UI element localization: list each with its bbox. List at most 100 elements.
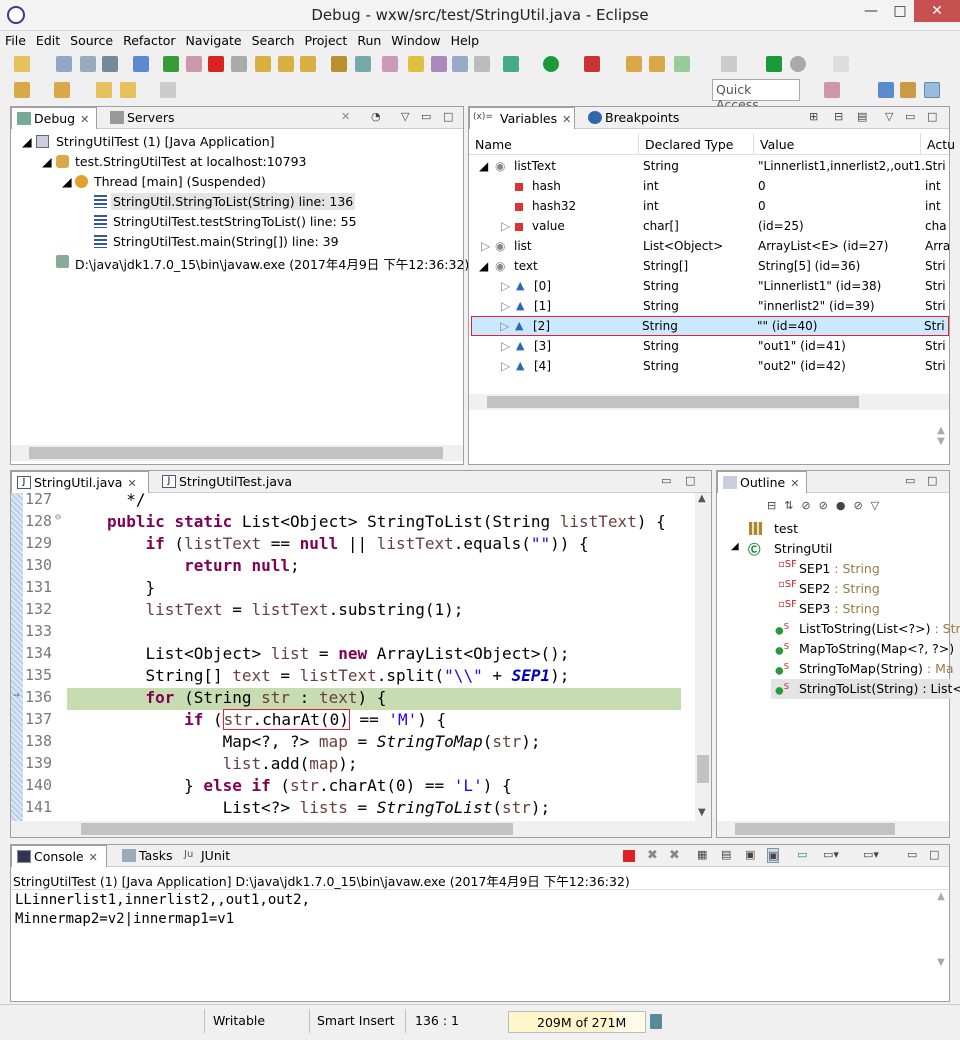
outline-item-field[interactable]: SEP3 : String	[799, 601, 880, 616]
close-tab-icon[interactable]: ✕	[127, 477, 136, 490]
outline-item-class[interactable]: StringUtil	[774, 541, 832, 556]
maximize-view-icon[interactable]: □	[929, 848, 939, 861]
outline-item-method[interactable]: StringToMap(String) : Ma	[799, 661, 954, 676]
minimize-button[interactable]: —	[856, 0, 886, 22]
skip-breakpoints-icon[interactable]	[133, 56, 149, 72]
hand-icon[interactable]	[833, 56, 849, 72]
view-menu-icon[interactable]: ▽	[401, 110, 409, 123]
tab-breakpoints[interactable]: Breakpoints	[583, 107, 685, 129]
outline-item-field[interactable]: SEP2 : String	[799, 581, 880, 596]
block-selection-icon[interactable]	[452, 56, 468, 72]
tree-expand-icon[interactable]: ◢	[42, 154, 52, 169]
column-value[interactable]: Value	[754, 133, 921, 155]
terminate-icon[interactable]	[208, 56, 224, 72]
display-console-icon[interactable]: ▭	[797, 848, 807, 861]
menu-navigate[interactable]: Navigate	[186, 31, 242, 51]
process-item[interactable]: D:\java\jdk1.7.0_15\bin\javaw.exe (2017年…	[75, 254, 469, 273]
show-stdout-icon[interactable]: ▣	[745, 848, 755, 861]
collapse-icon[interactable]: ◔	[371, 110, 381, 123]
menu-edit[interactable]: Edit	[36, 31, 60, 51]
column-name[interactable]: Name	[469, 133, 639, 155]
open-type-icon[interactable]	[382, 56, 398, 72]
table-row[interactable]: hash int 0 int	[471, 176, 949, 196]
column-declared-type[interactable]: Declared Type	[639, 133, 754, 155]
terminate-icon[interactable]	[623, 850, 635, 862]
thread-item[interactable]: Thread [main] (Suspended)	[94, 174, 266, 189]
close-button[interactable]: ✕	[914, 0, 960, 22]
close-tab-icon[interactable]: ✕	[80, 113, 89, 126]
toggle-mark-icon[interactable]	[408, 56, 424, 72]
disconnect-icon[interactable]	[231, 56, 247, 72]
new-console-icon[interactable]: ▭▾	[863, 848, 879, 861]
tab-stringutiltest-java[interactable]: J StringUtilTest.java	[157, 471, 298, 493]
drop-to-frame-icon[interactable]	[331, 56, 347, 72]
print-icon[interactable]	[102, 56, 118, 72]
new-java-project-icon[interactable]	[626, 56, 642, 72]
new-package-icon[interactable]	[649, 56, 665, 72]
outline-toolbar[interactable]: ⊟⇅⊘⊘●⊘▽	[767, 499, 947, 515]
editor-vscrollbar[interactable]: ▲ ▼	[695, 493, 711, 823]
variables-hscrollbar[interactable]	[469, 394, 949, 410]
quick-access-input[interactable]: Quick Access	[712, 79, 800, 112]
layout-icon[interactable]: ▤	[857, 110, 867, 123]
paragraph-icon[interactable]	[474, 56, 490, 72]
table-row[interactable]: ▷ ▲ [1] String "innerlist2" (id=39) Stri	[471, 296, 949, 316]
close-tab-icon[interactable]: ✕	[790, 477, 799, 490]
maximize-view-icon[interactable]: □	[927, 474, 937, 487]
tab-junit[interactable]: Ju JUnit	[179, 845, 236, 867]
console-output[interactable]: LLinnerlist1,innerlist2,,out1,out2, Minne…	[15, 891, 310, 929]
table-row[interactable]: ▷ value char[] (id=25) cha	[471, 216, 949, 236]
console-vscrollbar[interactable]: ▲ ▼	[933, 891, 949, 991]
close-tab-icon[interactable]: ✕	[562, 113, 571, 126]
menu-source[interactable]: Source	[70, 31, 113, 51]
menu-refactor[interactable]: Refactor	[123, 31, 175, 51]
minimize-view-icon[interactable]: ▭	[661, 474, 671, 487]
remove-all-terminated-icon[interactable]: ✖	[669, 848, 680, 863]
outline-item-method[interactable]: MapToString(Map<?, ?>)	[799, 641, 954, 656]
back-icon[interactable]	[120, 82, 136, 98]
clear-console-icon[interactable]: ▦	[697, 848, 707, 861]
editor-hscrollbar[interactable]	[11, 821, 711, 837]
table-row[interactable]: ◢ ◉ text String[] String[5] (id=36) Stri	[471, 256, 949, 276]
suspend-icon[interactable]	[186, 56, 202, 72]
debug-target-item[interactable]: test.StringUtilTest at localhost:10793	[75, 154, 307, 169]
tab-stringutil-java[interactable]: J StringUtil.java ✕	[11, 471, 149, 493]
forward-icon[interactable]	[160, 82, 176, 98]
menu-search[interactable]: Search	[252, 31, 295, 51]
remove-terminated-icon[interactable]: ✕	[341, 110, 350, 123]
java-perspective-icon[interactable]	[878, 82, 894, 98]
outline-item-method-selected[interactable]: StringToList(String) : List<	[799, 681, 960, 696]
tab-servers[interactable]: Servers	[105, 107, 181, 129]
table-row-selected[interactable]: ▷ ▲ [2] String "" (id=40) Stri	[471, 316, 949, 336]
table-row[interactable]: ▷ ▲ [0] String "Linnerlist1" (id=38) Stri	[471, 276, 949, 296]
variables-vscrollbar[interactable]: ▲ ▼	[933, 425, 949, 465]
tree-expand-icon[interactable]: ◢	[62, 174, 72, 189]
menu-window[interactable]: Window	[391, 31, 440, 51]
save-icon[interactable]	[56, 56, 72, 72]
resume-icon[interactable]	[163, 56, 179, 72]
menu-project[interactable]: Project	[305, 31, 348, 51]
use-step-filters-icon[interactable]	[355, 56, 371, 72]
tab-console[interactable]: Console ✕	[11, 845, 107, 867]
save-all-icon[interactable]	[80, 56, 96, 72]
next-annotation-icon[interactable]	[14, 82, 30, 98]
outline-hscrollbar[interactable]	[717, 821, 949, 837]
heap-status[interactable]: 209M of 271M	[508, 1011, 646, 1033]
java-ee-perspective-icon[interactable]	[900, 82, 916, 98]
minimize-view-icon[interactable]: ▭	[421, 110, 431, 123]
minimize-view-icon[interactable]: ▭	[905, 110, 915, 123]
debug-hscrollbar[interactable]	[11, 445, 463, 461]
last-edit-icon[interactable]	[96, 82, 112, 98]
stack-frame[interactable]: StringUtilTest.main(String[]) line: 39	[113, 234, 339, 249]
outline-item-method[interactable]: ListToString(List<?>) : Stri	[799, 621, 960, 636]
start-server-icon[interactable]	[766, 56, 782, 72]
debug-perspective-icon[interactable]	[924, 82, 940, 98]
new-icon[interactable]	[14, 56, 30, 72]
outline-item-package[interactable]: test	[774, 521, 798, 536]
tab-variables[interactable]: (x)= Variables ✕	[469, 107, 575, 129]
show-type-names-icon[interactable]: ⊞	[809, 110, 818, 123]
remove-launch-icon[interactable]: ✖	[647, 848, 658, 863]
open-perspective-icon[interactable]	[824, 82, 840, 98]
new-class-icon[interactable]	[674, 56, 690, 72]
outline-item-field[interactable]: SEP1 : String	[799, 561, 880, 576]
